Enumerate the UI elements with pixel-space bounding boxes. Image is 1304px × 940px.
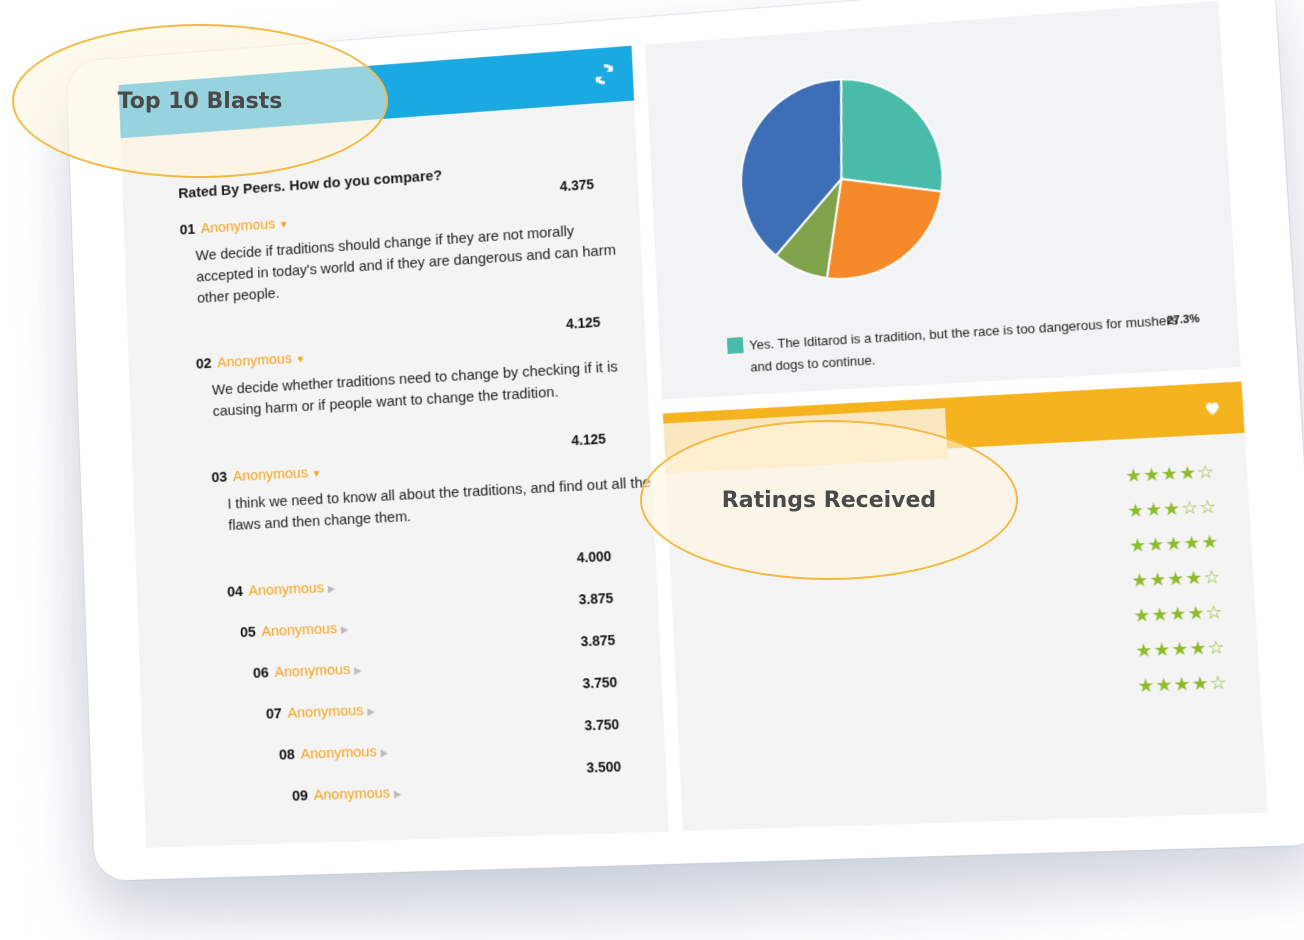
caret-right-icon[interactable]: ▶ xyxy=(341,625,349,636)
star-rating-row: ★★★★☆ xyxy=(1125,461,1216,487)
caret-right-icon[interactable]: ▶ xyxy=(354,666,362,677)
caret-right-icon[interactable]: ▶ xyxy=(328,584,336,595)
blast-author-link[interactable]: Anonymous xyxy=(287,702,363,722)
star-filled-icon: ★ xyxy=(1190,672,1211,695)
heart-icon xyxy=(1205,402,1220,416)
blast-author-link[interactable]: Anonymous xyxy=(300,743,377,763)
star-filled-icon: ★ xyxy=(1170,638,1191,660)
star-empty-icon: ☆ xyxy=(1206,636,1227,659)
star-filled-icon: ★ xyxy=(1126,499,1146,522)
blast-score: 3.875 xyxy=(580,631,616,650)
blast-score: 4.125 xyxy=(571,430,607,449)
star-filled-icon: ★ xyxy=(1188,637,1209,660)
legend-swatch xyxy=(726,337,744,354)
blast-rank: 04 xyxy=(226,583,244,601)
legend-percent: 27.3% xyxy=(1166,312,1201,328)
star-filled-icon: ★ xyxy=(1130,569,1150,592)
star-filled-icon: ★ xyxy=(1152,639,1173,661)
caret-right-icon[interactable]: ▶ xyxy=(394,789,402,800)
blast-item[interactable]: 01 Anonymous ▼ 4.375 We decide if traditions… xyxy=(179,176,616,311)
blast-score: 3.875 xyxy=(578,589,614,608)
star-filled-icon: ★ xyxy=(1154,674,1175,696)
blast-author-link[interactable]: Anonymous xyxy=(233,464,309,485)
star-empty-icon: ☆ xyxy=(1196,461,1216,483)
blast-score: 3.750 xyxy=(584,716,620,734)
caret-right-icon[interactable]: ▶ xyxy=(380,748,388,759)
star-empty-icon: ☆ xyxy=(1209,672,1229,694)
blast-item[interactable]: 06 Anonymous ▶ 3.875 xyxy=(252,632,691,683)
star-filled-icon: ★ xyxy=(1146,533,1166,556)
star-rating-row: ★★★★☆ xyxy=(1135,637,1227,662)
top-blasts-callout: Top 10 Blasts xyxy=(12,24,388,178)
blast-score: 4.125 xyxy=(565,313,601,332)
blast-rank: 08 xyxy=(278,746,296,764)
star-filled-icon: ★ xyxy=(1160,463,1180,485)
star-rating-row: ★★★☆☆ xyxy=(1127,496,1218,522)
blast-rank: 05 xyxy=(239,623,257,642)
blast-rank: 03 xyxy=(211,468,228,487)
star-filled-icon: ★ xyxy=(1148,568,1168,591)
poll-pie-chart xyxy=(645,1,1237,340)
star-rating-row: ★★★★☆ xyxy=(1133,602,1225,628)
star-filled-icon: ★ xyxy=(1134,639,1155,662)
star-filled-icon: ★ xyxy=(1136,674,1157,697)
callout-label: Ratings Received xyxy=(721,487,937,513)
star-filled-icon: ★ xyxy=(1124,464,1144,487)
blast-author-link[interactable]: Anonymous xyxy=(274,661,350,681)
blast-item[interactable]: 09 Anonymous ▶ 3.500 xyxy=(291,758,733,806)
star-filled-icon: ★ xyxy=(1166,568,1186,590)
star-empty-icon: ☆ xyxy=(1180,497,1200,519)
star-empty-icon: ☆ xyxy=(1204,601,1225,624)
star-filled-icon: ★ xyxy=(1162,498,1182,520)
star-filled-icon: ★ xyxy=(1200,531,1221,553)
blast-item[interactable]: 02 Anonymous ▼ 4.125 We decide whether tradi… xyxy=(195,314,631,424)
blast-item[interactable]: 08 Anonymous ▶ 3.750 xyxy=(278,716,719,765)
blast-item[interactable]: 03 Anonymous ▼ 4.125 I think we need to know… xyxy=(211,431,651,537)
poll-panel: Yes. The Iditarod is a tradition, but th… xyxy=(645,0,1242,414)
star-filled-icon: ★ xyxy=(1150,603,1170,626)
ratings-received-callout: Ratings Received xyxy=(640,420,1018,580)
refresh-icon[interactable] xyxy=(591,61,618,88)
blast-score: 4.375 xyxy=(559,176,595,195)
blast-author-link[interactable]: Anonymous xyxy=(217,350,292,371)
blast-rank: 01 xyxy=(179,221,196,239)
star-filled-icon: ★ xyxy=(1186,602,1207,624)
blast-score: 4.000 xyxy=(576,547,612,566)
blast-author-link[interactable]: Anonymous xyxy=(261,620,337,640)
blast-rank: 06 xyxy=(252,664,270,682)
star-empty-icon: ☆ xyxy=(1202,566,1223,588)
blast-item[interactable]: 07 Anonymous ▶ 3.750 xyxy=(265,674,705,724)
star-filled-icon: ★ xyxy=(1164,533,1184,555)
caret-right-icon[interactable]: ▶ xyxy=(367,707,375,718)
callout-label: Top 10 Blasts xyxy=(117,88,283,114)
star-empty-icon: ☆ xyxy=(1198,496,1218,518)
star-filled-icon: ★ xyxy=(1128,534,1148,557)
blast-author-link[interactable]: Anonymous xyxy=(201,216,276,237)
blast-rank: 07 xyxy=(265,705,283,723)
star-filled-icon: ★ xyxy=(1178,462,1198,484)
star-rating-row: ★★★★☆ xyxy=(1131,566,1222,592)
star-rating-row: ★★★★☆ xyxy=(1137,672,1229,697)
star-filled-icon: ★ xyxy=(1144,498,1164,521)
caret-down-icon[interactable]: ▼ xyxy=(311,469,321,480)
blast-score: 3.750 xyxy=(582,673,618,692)
blast-score: 3.500 xyxy=(586,758,622,776)
star-filled-icon: ★ xyxy=(1142,464,1162,486)
blast-rank: 09 xyxy=(291,787,309,805)
star-filled-icon: ★ xyxy=(1168,603,1189,625)
star-filled-icon: ★ xyxy=(1132,604,1152,627)
blast-rank: 02 xyxy=(195,355,212,373)
star-filled-icon: ★ xyxy=(1172,673,1193,695)
blast-author-link[interactable]: Anonymous xyxy=(248,579,324,599)
caret-down-icon[interactable]: ▼ xyxy=(279,220,289,231)
star-rating-row: ★★★★★ xyxy=(1129,531,1220,557)
blast-author-link[interactable]: Anonymous xyxy=(313,784,390,803)
caret-down-icon[interactable]: ▼ xyxy=(295,354,305,365)
star-filled-icon: ★ xyxy=(1182,532,1202,554)
star-filled-icon: ★ xyxy=(1184,567,1205,589)
